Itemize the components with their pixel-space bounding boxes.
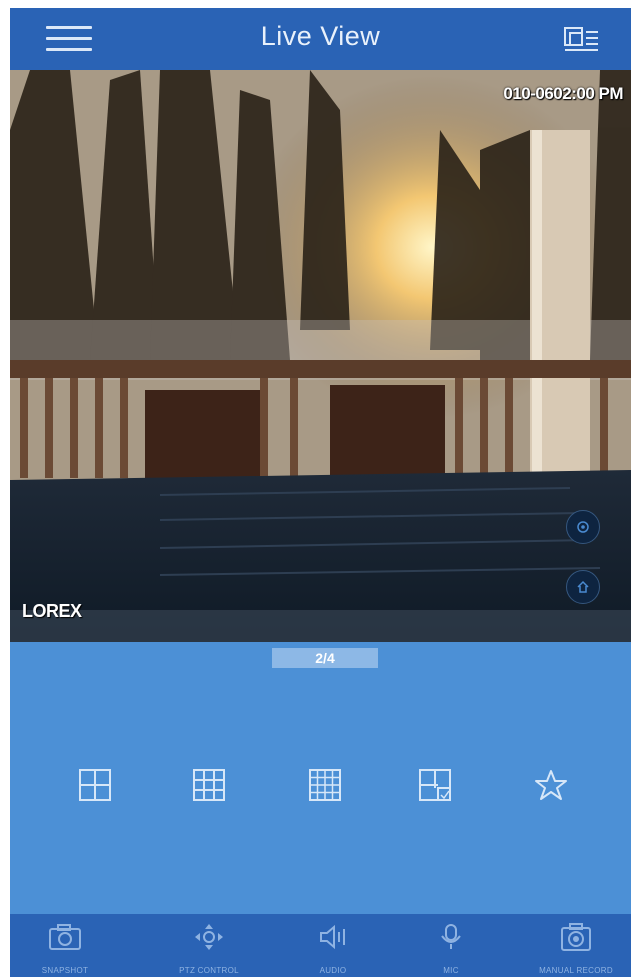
- manual-record-button[interactable]: MANUAL RECORD: [521, 914, 631, 977]
- nine-view-icon[interactable]: [192, 768, 226, 802]
- brand-watermark: LOREX: [22, 601, 82, 621]
- bottom-toolbar: SNAPSHOT PTZ CONTROL AUDIO MIC MANUAL RE…: [10, 914, 631, 977]
- zoom-icon[interactable]: [566, 510, 600, 544]
- ptz-icon: [192, 922, 226, 957]
- home-icon[interactable]: [566, 570, 600, 604]
- live-video-feed[interactable]: 010-0602:00 PM LOREX: [10, 70, 631, 642]
- camera-list-icon[interactable]: [560, 22, 602, 56]
- sixteen-view-icon[interactable]: [308, 768, 342, 802]
- mic-label: MIC: [443, 966, 459, 975]
- camera-scene-image: [10, 70, 631, 642]
- layout-selector: [10, 768, 631, 808]
- mic-icon: [436, 922, 466, 957]
- custom-view-icon[interactable]: [418, 768, 452, 802]
- record-icon: [558, 922, 594, 959]
- page-title: Live View: [260, 21, 381, 51]
- mic-button[interactable]: MIC: [396, 914, 506, 977]
- favorites-icon[interactable]: [534, 768, 568, 802]
- manual-record-label: MANUAL RECORD: [539, 966, 613, 975]
- quad-view-icon[interactable]: [78, 768, 112, 802]
- page-indicator: 2/4: [272, 648, 378, 668]
- app-window: Live View 010-0602:00 PM LOREX 2/4 SNAPS…: [10, 8, 631, 977]
- snapshot-button[interactable]: SNAPSHOT: [10, 914, 120, 977]
- audio-button[interactable]: AUDIO: [278, 914, 388, 977]
- camera-icon: [47, 922, 83, 957]
- video-timestamp: 010-0602:00 PM: [503, 84, 623, 103]
- header-bar: Live View: [10, 8, 631, 70]
- audio-label: AUDIO: [319, 966, 347, 975]
- speaker-icon: [316, 922, 350, 957]
- ptz-control-label: PTZ CONTROL: [179, 966, 239, 975]
- ptz-control-button[interactable]: PTZ CONTROL: [154, 914, 264, 977]
- snapshot-label: SNAPSHOT: [41, 966, 89, 975]
